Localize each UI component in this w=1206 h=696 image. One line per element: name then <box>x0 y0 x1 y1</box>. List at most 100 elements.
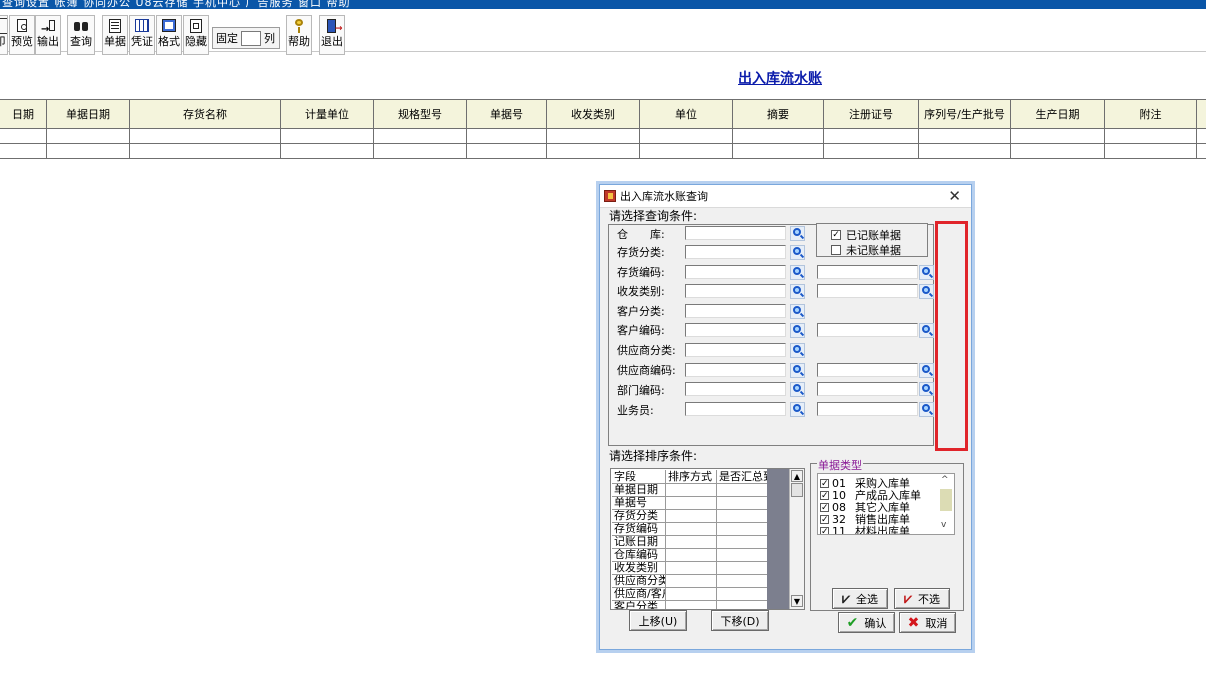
dialog-title-bar[interactable]: 出入库流水账查询 ✕ <box>600 185 971 208</box>
column-header-batch-no[interactable]: 序列号/生产批号 <box>918 99 1011 129</box>
department-code-from-input[interactable] <box>685 382 786 396</box>
column-header-spec[interactable]: 规格型号 <box>373 99 467 129</box>
cancel-button[interactable]: ✖ 取消 <box>899 612 956 633</box>
sort-table-scrollbar[interactable]: ▲ ▼ <box>789 469 804 609</box>
sort-row-field[interactable]: 收发类别 <box>612 562 666 575</box>
warehouse-search-icon[interactable] <box>790 226 805 241</box>
supplier-code-from-input[interactable] <box>685 363 786 377</box>
txn-type-to-input[interactable] <box>817 284 918 298</box>
column-header-reg-no[interactable]: 注册证号 <box>823 99 919 129</box>
column-header-doc-no[interactable]: 单据号 <box>466 99 547 129</box>
supplier-code-to-search-icon[interactable] <box>919 363 934 378</box>
salesperson-from-search-icon[interactable] <box>790 402 805 417</box>
grid-cell[interactable] <box>1104 129 1197 144</box>
document-button[interactable]: 单据 <box>102 15 128 55</box>
doc-type-item[interactable]: ✓ 11 材料出库单 <box>820 523 910 534</box>
fixed-columns-input[interactable] <box>241 30 261 46</box>
salesperson-to-input[interactable] <box>817 402 918 416</box>
grid-cell[interactable] <box>0 129 47 144</box>
exit-button[interactable]: → 退出 <box>319 15 345 55</box>
scroll-down-arrow-icon[interactable]: ▼ <box>791 595 803 607</box>
grid-cell[interactable] <box>639 144 733 159</box>
column-header-extra[interactable] <box>1196 99 1206 129</box>
grid-cell[interactable] <box>0 144 47 159</box>
customer-code-to-input[interactable] <box>817 323 918 337</box>
grid-cell[interactable] <box>823 144 919 159</box>
supplier-code-to-input[interactable] <box>817 363 918 377</box>
column-header-summary[interactable]: 摘要 <box>732 99 824 129</box>
txn-type-from-search-icon[interactable] <box>790 284 805 299</box>
export-button[interactable]: → 输出 <box>35 15 61 55</box>
chevron-down-icon[interactable]: v <box>941 520 946 530</box>
sort-header-field[interactable]: 字段 <box>612 470 666 484</box>
item-category-input[interactable] <box>685 245 786 259</box>
customer-category-search-icon[interactable] <box>790 304 805 319</box>
grid-cell[interactable] <box>280 129 374 144</box>
column-header-item-name[interactable]: 存货名称 <box>129 99 281 129</box>
doc-type-checkbox[interactable]: ✓ <box>820 526 829 534</box>
move-down-button[interactable]: 下移(D) <box>711 610 769 631</box>
scroll-thumb[interactable] <box>791 483 803 497</box>
grid-cell[interactable] <box>1010 129 1105 144</box>
menu-bar[interactable]: 查询设置 帐簿 协同办公 U8云存储 手机中心 广告服务 窗口 帮助 <box>0 0 1206 9</box>
sort-row-field[interactable]: 存货分类 <box>612 510 666 523</box>
move-up-button[interactable]: 上移(U) <box>629 610 687 631</box>
salesperson-to-search-icon[interactable] <box>919 402 934 417</box>
department-code-from-search-icon[interactable] <box>790 382 805 397</box>
sort-order-column[interactable] <box>666 484 717 609</box>
grid-cell[interactable] <box>546 129 640 144</box>
help-button[interactable]: 帮助 <box>286 15 312 55</box>
department-code-to-search-icon[interactable] <box>919 382 934 396</box>
sort-row-field[interactable]: 单据日期 <box>612 484 666 497</box>
sort-row-field[interactable]: 供应商分类 <box>612 575 666 588</box>
column-header-doc-date[interactable]: 单据日期 <box>46 99 130 129</box>
supplier-code-from-search-icon[interactable] <box>790 363 805 378</box>
grid-cell[interactable] <box>732 144 824 159</box>
sort-row-field[interactable]: 记账日期 <box>612 536 666 549</box>
grid-cell[interactable] <box>46 129 130 144</box>
grid-cell[interactable] <box>1104 144 1197 159</box>
grid-cell[interactable] <box>280 144 374 159</box>
scroll-up-arrow-icon[interactable]: ▲ <box>791 470 803 482</box>
item-category-search-icon[interactable] <box>790 245 805 260</box>
grid-cell[interactable] <box>639 129 733 144</box>
grid-cell[interactable] <box>546 144 640 159</box>
grid-cell[interactable] <box>1196 129 1206 144</box>
txn-type-from-input[interactable] <box>685 284 786 298</box>
grid-cell[interactable] <box>373 129 467 144</box>
confirm-button[interactable]: ✔ 确认 <box>838 612 895 633</box>
grid-cell[interactable] <box>1196 144 1206 159</box>
column-header-prod-date[interactable]: 生产日期 <box>1010 99 1105 129</box>
preview-button[interactable]: 预览 <box>9 15 35 55</box>
sort-row-field[interactable]: 供应商/客户 <box>612 588 666 601</box>
grid-cell[interactable] <box>823 129 919 144</box>
customer-code-from-input[interactable] <box>685 323 786 337</box>
grid-cell[interactable] <box>129 144 281 159</box>
txn-type-to-search-icon[interactable] <box>919 284 934 299</box>
close-icon[interactable]: ✕ <box>948 187 961 205</box>
warehouse-input[interactable] <box>685 226 786 240</box>
grid-cell[interactable] <box>918 129 1011 144</box>
department-code-to-input[interactable] <box>817 382 918 396</box>
customer-code-from-search-icon[interactable] <box>790 323 805 338</box>
doc-type-scrollbar[interactable]: ^ v <box>939 474 954 534</box>
unbooked-checkbox[interactable] <box>831 245 841 255</box>
sort-header-summary[interactable]: 是否汇总到 <box>717 470 768 484</box>
item-code-from-input[interactable] <box>685 265 786 279</box>
grid-cell[interactable] <box>732 129 824 144</box>
query-button[interactable]: 查询 <box>67 15 95 55</box>
column-header-date[interactable]: 日期 <box>0 99 47 129</box>
grid-cell[interactable] <box>46 144 130 159</box>
item-code-from-search-icon[interactable] <box>790 265 805 280</box>
supplier-category-search-icon[interactable] <box>790 343 805 358</box>
column-header-unit[interactable]: 单位 <box>639 99 733 129</box>
menu-text[interactable]: 查询设置 帐簿 协同办公 U8云存储 手机中心 广告服务 窗口 帮助 <box>2 0 351 9</box>
grid-cell[interactable] <box>129 129 281 144</box>
booked-checkbox-row[interactable]: ✓ 已记账单据 <box>831 227 901 243</box>
doc-scroll-thumb[interactable] <box>940 489 952 511</box>
format-button[interactable]: 格式 <box>156 15 182 55</box>
grid-cell[interactable] <box>466 129 547 144</box>
hide-button[interactable]: 隐藏 <box>183 15 209 55</box>
sort-row-field[interactable]: 单据号 <box>612 497 666 510</box>
salesperson-from-input[interactable] <box>685 402 786 416</box>
